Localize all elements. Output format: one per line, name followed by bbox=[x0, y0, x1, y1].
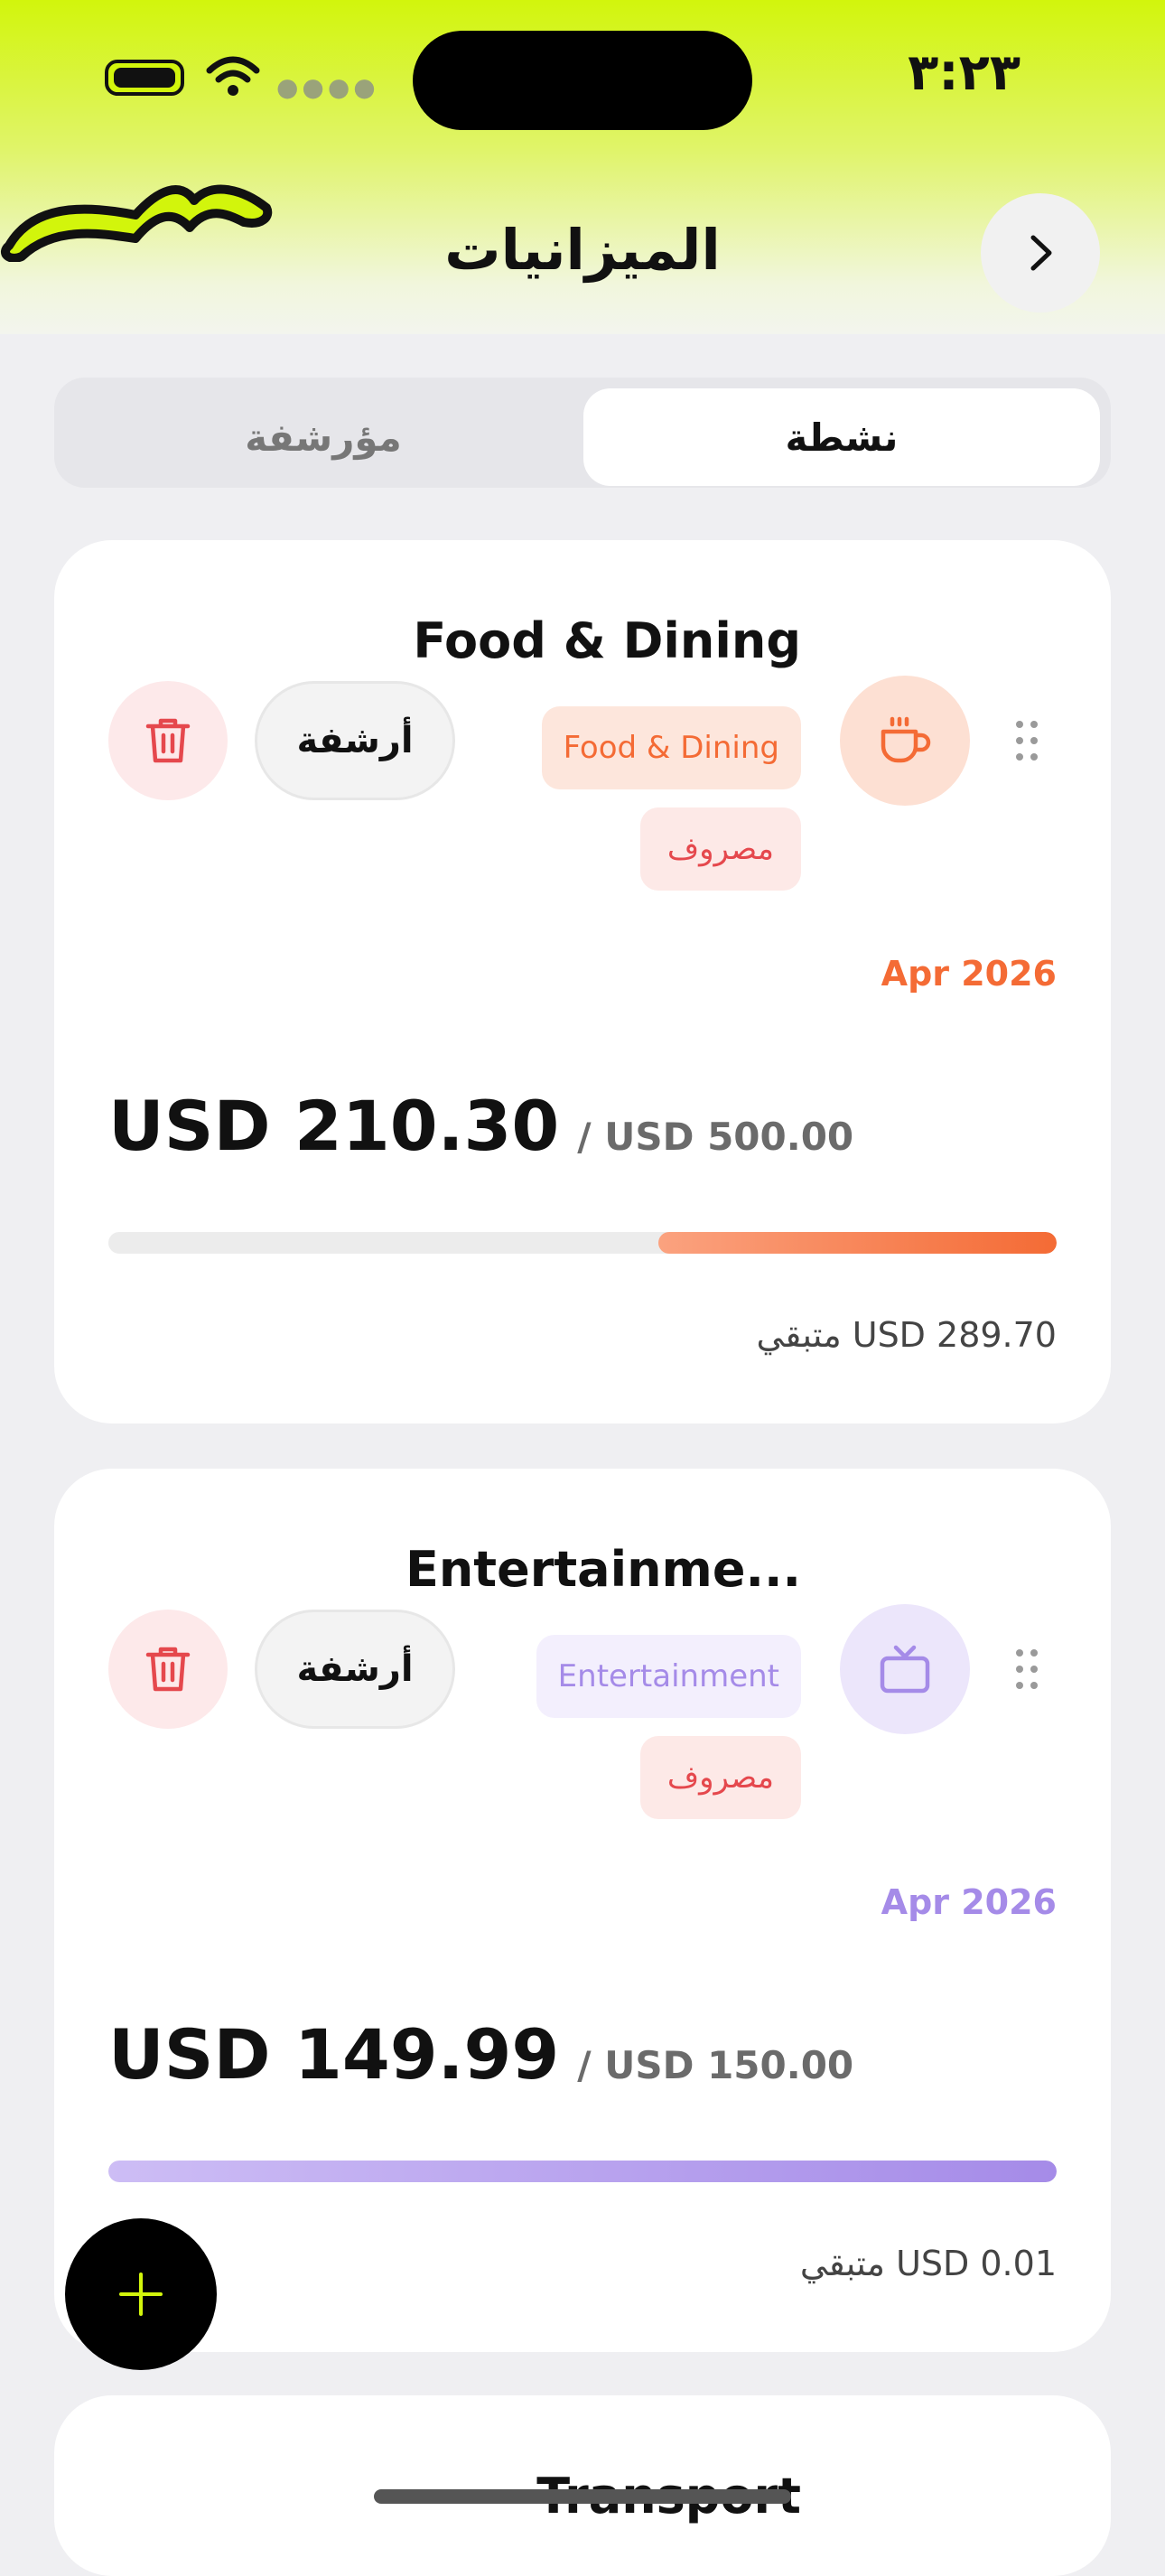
wifi-icon bbox=[206, 56, 260, 96]
status-time: ٣:٢٣ bbox=[908, 43, 1021, 102]
category-icon-badge bbox=[840, 676, 970, 806]
limit-amount: / USD 500.00 bbox=[577, 1115, 854, 1159]
status-segmented-control: نشطة مؤرشفة bbox=[54, 378, 1111, 488]
progress-bar-fill bbox=[108, 2161, 1057, 2182]
progress-bar-fill bbox=[658, 1232, 1057, 1254]
budget-title: Food & Dining bbox=[413, 612, 801, 669]
cellular-signal-icon: ●●●● bbox=[276, 72, 379, 102]
chevron-right-icon bbox=[1030, 235, 1052, 271]
limit-amount: / USD 150.00 bbox=[577, 2043, 854, 2087]
tv-icon bbox=[880, 1645, 930, 1694]
dynamic-island bbox=[413, 31, 752, 130]
tab-archived[interactable]: مؤرشفة bbox=[65, 388, 582, 486]
remaining-amount: متبقي USD 289.70 bbox=[756, 1315, 1057, 1355]
delete-button[interactable] bbox=[108, 1610, 228, 1729]
progress-bar bbox=[108, 2161, 1057, 2182]
delete-button[interactable] bbox=[108, 681, 228, 800]
type-chip: مصروف bbox=[639, 1736, 801, 1819]
add-budget-button[interactable] bbox=[65, 2218, 217, 2370]
budget-card[interactable]: Entertainme... Entertainment مصروف أرشفة… bbox=[54, 1469, 1111, 2352]
tab-active[interactable]: نشطة bbox=[583, 388, 1100, 486]
archive-button[interactable]: أرشفة bbox=[255, 681, 455, 800]
plus-icon bbox=[119, 2273, 163, 2316]
remaining-amount: متبقي USD 0.01 bbox=[799, 2244, 1057, 2283]
category-chip: Food & Dining bbox=[541, 706, 801, 789]
drag-handle-icon[interactable] bbox=[1013, 1647, 1040, 1691]
type-chip: مصروف bbox=[639, 807, 801, 891]
back-button[interactable] bbox=[981, 193, 1100, 313]
spent-amount: USD 149.99 bbox=[108, 2014, 560, 2095]
budget-period: Apr 2026 bbox=[881, 1882, 1057, 1922]
spent-amount: USD 210.30 bbox=[108, 1086, 560, 1166]
amount-row: USD 210.30 / USD 500.00 bbox=[108, 1086, 853, 1166]
amount-row: USD 149.99 / USD 150.00 bbox=[108, 2014, 853, 2095]
home-indicator bbox=[374, 2489, 791, 2504]
category-chip: Entertainment bbox=[536, 1635, 801, 1718]
drag-handle-icon[interactable] bbox=[1013, 719, 1040, 762]
battery-icon bbox=[105, 60, 184, 96]
trash-icon bbox=[145, 1647, 191, 1692]
budget-period: Apr 2026 bbox=[881, 954, 1057, 994]
coffee-cup-icon bbox=[881, 716, 931, 763]
trash-icon bbox=[145, 718, 191, 763]
budget-title: Entertainme... bbox=[405, 1541, 801, 1598]
budget-card[interactable]: Transport bbox=[54, 2395, 1111, 2576]
category-icon-badge bbox=[840, 1604, 970, 1734]
budget-card[interactable]: Food & Dining Food & Dining مصروف أرشفة … bbox=[54, 540, 1111, 1423]
archive-button[interactable]: أرشفة bbox=[255, 1610, 455, 1729]
progress-bar bbox=[108, 1232, 1057, 1254]
